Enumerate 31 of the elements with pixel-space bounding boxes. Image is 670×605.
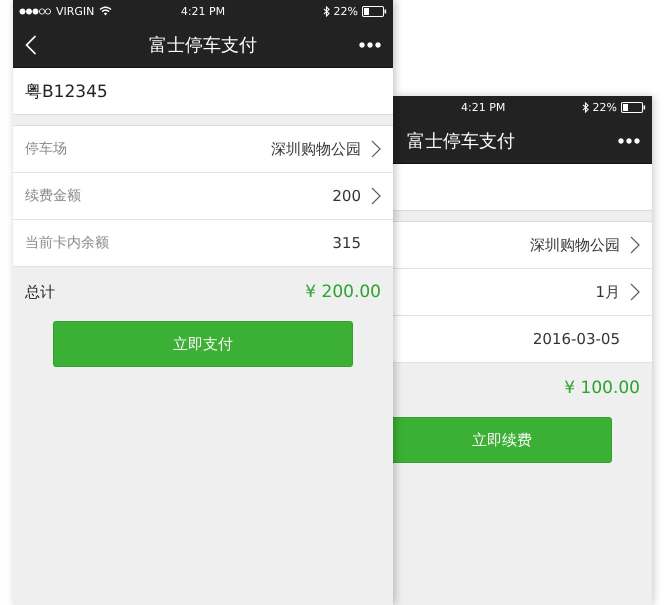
row-value: 深圳购物公园 (530, 236, 620, 254)
page-title: 富士停车支付 (149, 34, 257, 56)
plate-number: 粤B12345 (25, 80, 108, 102)
row-label: 停车场 (25, 140, 67, 158)
status-time: 4:21 PM (461, 100, 506, 114)
battery-icon (621, 102, 646, 112)
bluetooth-icon (322, 6, 330, 16)
bluetooth-icon (582, 102, 589, 112)
list-row[interactable]: 深圳购物公园 (393, 222, 652, 269)
row-label: 当前卡内余额 (25, 234, 109, 252)
more-icon[interactable] (618, 138, 640, 144)
carrier-name: VIRGIN (56, 4, 94, 18)
wifi-icon (99, 6, 112, 16)
more-icon[interactable] (359, 42, 381, 48)
page-title: 富士停车支付 (407, 130, 515, 152)
row-value: 深圳购物公园 (271, 140, 361, 158)
battery-percent: 22% (592, 100, 617, 114)
row-value: 2016-03-05 (532, 330, 620, 348)
total-amount: ¥ 200.00 (305, 282, 381, 302)
list-row[interactable]: 1月 (393, 269, 652, 316)
total-amount: ¥ 100.00 (564, 378, 640, 398)
back-icon[interactable] (25, 34, 37, 54)
row-value: 1月 (595, 282, 620, 302)
total-label: 总计 (25, 282, 55, 302)
battery-percent: 22% (334, 4, 358, 18)
row-value: 200 (332, 187, 361, 205)
row-label: 续费金额 (25, 187, 81, 205)
row-value: 315 (332, 234, 361, 252)
signal-icon (19, 8, 51, 14)
status-time: 4:21 PM (180, 4, 226, 18)
battery-icon (362, 6, 387, 16)
